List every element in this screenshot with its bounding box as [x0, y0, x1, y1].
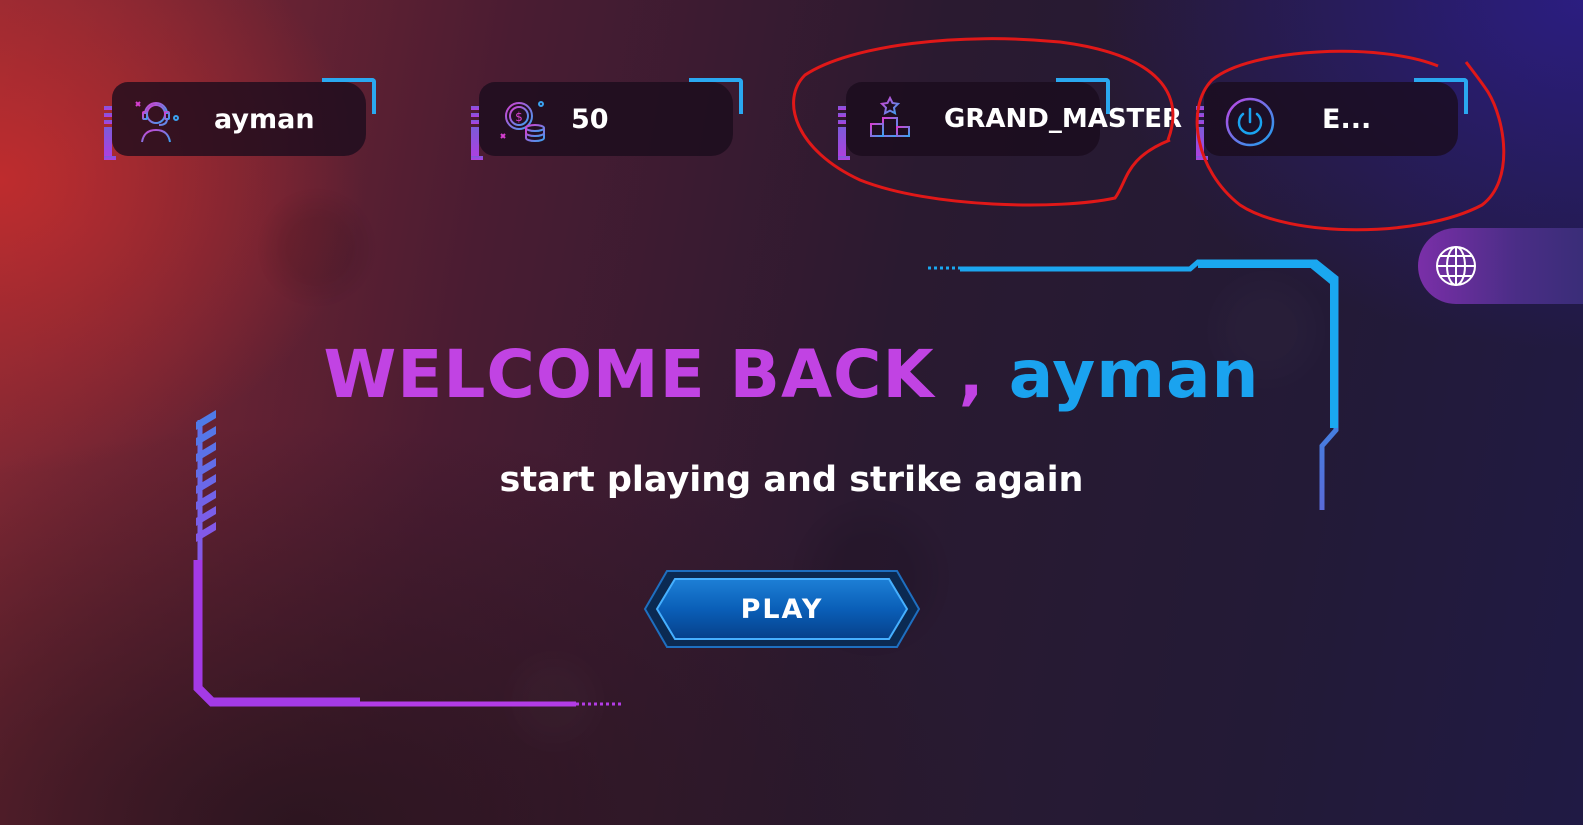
power-icon	[1224, 96, 1276, 148]
gamer-headset-icon	[130, 94, 182, 146]
rank-card[interactable]: GRAND_MASTER	[838, 78, 1182, 160]
card-stripe-accent	[838, 106, 850, 160]
coins-card[interactable]: $ 50	[471, 78, 743, 160]
play-button-label: PLAY	[740, 594, 824, 625]
welcome-username: ayman	[1008, 336, 1260, 413]
rank-value: GRAND_MASTER	[944, 104, 1183, 134]
language-tab[interactable]	[1418, 228, 1583, 304]
card-corner-accent	[322, 78, 376, 114]
podium-icon	[864, 94, 916, 146]
globe-icon	[1434, 244, 1478, 288]
logout-label: E...	[1322, 103, 1372, 135]
coins-icon: $	[497, 94, 549, 146]
card-corner-accent	[1414, 78, 1468, 114]
logout-card[interactable]: E...	[1196, 78, 1468, 160]
svg-text:$: $	[515, 110, 523, 124]
card-stripe-accent	[1196, 106, 1208, 160]
card-corner-accent	[689, 78, 743, 114]
play-button[interactable]: PLAY	[643, 569, 921, 649]
username-value: ayman	[214, 103, 315, 135]
card-stripe-accent	[104, 106, 116, 160]
user-card[interactable]: ayman	[104, 78, 376, 160]
welcome-heading: WELCOME BACK , ayman	[0, 336, 1583, 413]
card-stripe-accent	[471, 106, 483, 160]
welcome-prefix: WELCOME BACK ,	[323, 336, 985, 413]
coins-value: 50	[571, 103, 609, 135]
welcome-subtitle: start playing and strike again	[499, 460, 1084, 500]
